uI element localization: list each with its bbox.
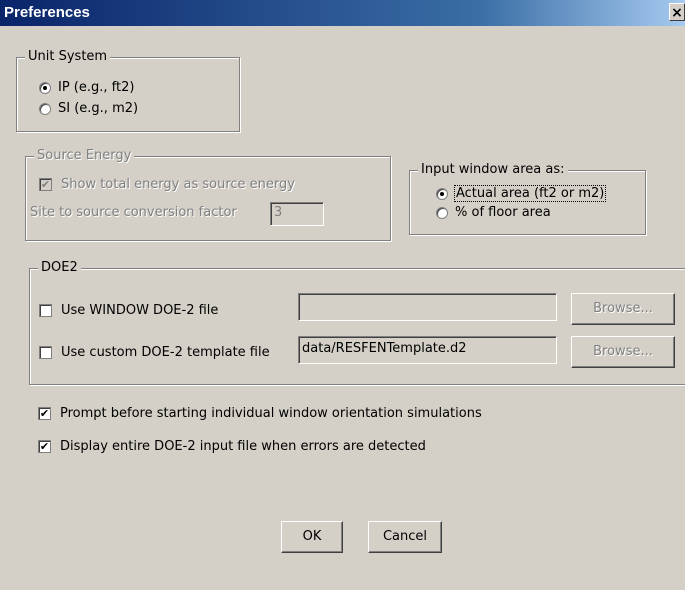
template-file-checkbox[interactable] <box>39 346 52 359</box>
unit-si-label: SI (e.g., m2) <box>58 101 139 116</box>
prompt-checkbox[interactable]: ✔ <box>38 407 51 420</box>
area-floor-radio[interactable] <box>436 206 448 219</box>
doe2-group: DOE2 Use WINDOW DOE-2 file Browse... Use… <box>29 260 685 385</box>
unit-system-legend: Unit System <box>25 49 111 65</box>
close-button[interactable]: × <box>669 3 685 21</box>
display-label: Display entire DOE-2 input file when err… <box>60 439 426 454</box>
show-total-row[interactable]: ✔ Show total energy as source energy <box>39 177 295 192</box>
factor-label: Site to source conversion factor <box>30 205 237 220</box>
window-file-input[interactable] <box>298 293 557 321</box>
template-file-row[interactable]: Use custom DOE-2 template file <box>39 345 270 360</box>
show-total-label: Show total energy as source energy <box>61 177 295 192</box>
prompt-label: Prompt before starting individual window… <box>60 406 482 421</box>
show-total-checkbox[interactable]: ✔ <box>39 178 52 191</box>
window-file-checkbox[interactable] <box>39 304 52 317</box>
unit-ip-label: IP (e.g., ft2) <box>58 80 135 95</box>
doe2-legend: DOE2 <box>38 260 81 276</box>
prompt-row[interactable]: ✔ Prompt before starting individual wind… <box>38 406 482 421</box>
checkmark-icon: ✔ <box>39 440 50 453</box>
unit-system-group: Unit System IP (e.g., ft2) SI (e.g., m2) <box>16 49 240 132</box>
source-energy-legend: Source Energy <box>34 148 135 164</box>
factor-input[interactable]: 3 <box>270 202 324 226</box>
area-floor-radio-row[interactable]: % of floor area <box>436 205 551 220</box>
window-area-group: Input window area as: Actual area (ft2 o… <box>409 162 646 235</box>
close-icon: × <box>671 5 683 21</box>
area-actual-label: Actual area (ft2 or m2) <box>453 185 607 202</box>
area-actual-radio-row[interactable]: Actual area (ft2 or m2) <box>436 185 607 202</box>
title-bar: Preferences × <box>0 0 685 26</box>
template-file-input[interactable]: data/RESFENTemplate.d2 <box>298 336 557 364</box>
window-title: Preferences <box>4 4 90 21</box>
checkmark-icon: ✔ <box>40 178 51 191</box>
template-file-browse-button[interactable]: Browse... <box>571 336 675 368</box>
display-row[interactable]: ✔ Display entire DOE-2 input file when e… <box>38 439 426 454</box>
checkmark-icon: ✔ <box>39 407 50 420</box>
unit-si-radio-row[interactable]: SI (e.g., m2) <box>39 101 138 116</box>
window-area-legend: Input window area as: <box>418 162 568 178</box>
window-file-browse-button[interactable]: Browse... <box>571 293 675 325</box>
source-energy-group: Source Energy ✔ Show total energy as sou… <box>25 148 391 241</box>
unit-si-radio[interactable] <box>39 102 51 115</box>
cancel-button[interactable]: Cancel <box>368 521 442 553</box>
template-file-label: Use custom DOE-2 template file <box>61 345 270 360</box>
window-file-label: Use WINDOW DOE-2 file <box>61 303 219 318</box>
unit-ip-radio[interactable] <box>39 81 51 94</box>
display-checkbox[interactable]: ✔ <box>38 440 51 453</box>
window-file-row[interactable]: Use WINDOW DOE-2 file <box>39 303 218 318</box>
area-actual-radio[interactable] <box>436 187 448 200</box>
ok-button[interactable]: OK <box>281 521 343 553</box>
factor-row: Site to source conversion factor <box>30 205 237 220</box>
unit-ip-radio-row[interactable]: IP (e.g., ft2) <box>39 80 134 95</box>
area-floor-label: % of floor area <box>455 205 551 220</box>
